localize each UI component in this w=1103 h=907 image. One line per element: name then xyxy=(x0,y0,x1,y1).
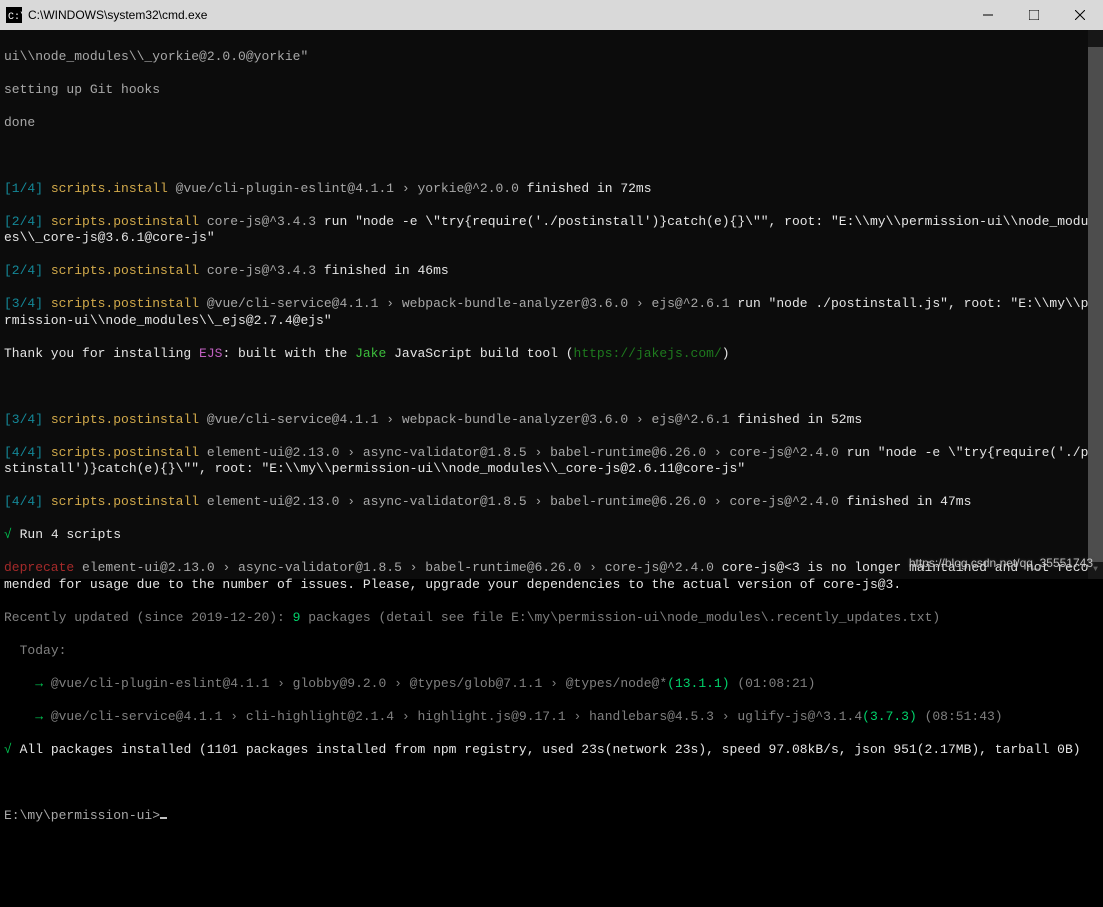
close-button[interactable] xyxy=(1057,0,1103,30)
output-line: → @vue/cli-service@4.1.1 › cli-highlight… xyxy=(4,709,1099,726)
output-line: → @vue/cli-plugin-eslint@4.1.1 › globby@… xyxy=(4,676,1099,693)
titlebar[interactable]: C:\ C:\WINDOWS\system32\cmd.exe xyxy=(0,0,1103,30)
output-line: [2/4] scripts.postinstall core-js@^3.4.3… xyxy=(4,214,1099,247)
output-line: [4/4] scripts.postinstall element-ui@2.1… xyxy=(4,494,1099,511)
cmd-icon: C:\ xyxy=(6,7,22,23)
terminal-output[interactable]: ui\\node_modules\\_yorkie@2.0.0@yorkie" … xyxy=(0,30,1103,579)
prompt-line: E:\my\permission-ui> xyxy=(4,808,1099,825)
output-line: [3/4] scripts.postinstall @vue/cli-servi… xyxy=(4,296,1099,329)
watermark: https://blog.csdn.net/qq_35551743 xyxy=(909,555,1093,572)
output-line: [4/4] scripts.postinstall element-ui@2.1… xyxy=(4,445,1099,478)
output-line: [2/4] scripts.postinstall core-js@^3.4.3… xyxy=(4,263,1099,280)
output-line: Recently updated (since 2019-12-20): 9 p… xyxy=(4,610,1099,627)
output-line: [3/4] scripts.postinstall @vue/cli-servi… xyxy=(4,412,1099,429)
maximize-button[interactable] xyxy=(1011,0,1057,30)
output-line: √ Run 4 scripts xyxy=(4,527,1099,544)
output-line: Thank you for installing EJS: built with… xyxy=(4,346,1099,363)
output-line: done xyxy=(4,115,1099,132)
minimize-button[interactable] xyxy=(965,0,1011,30)
output-line: √ All packages installed (1101 packages … xyxy=(4,742,1099,759)
scrollbar-thumb[interactable] xyxy=(1088,47,1103,562)
output-line: [1/4] scripts.install @vue/cli-plugin-es… xyxy=(4,181,1099,198)
output-line xyxy=(4,148,1099,165)
output-line xyxy=(4,775,1099,792)
cursor xyxy=(160,817,167,819)
svg-text:C:\: C:\ xyxy=(8,11,22,23)
output-line: ui\\node_modules\\_yorkie@2.0.0@yorkie" xyxy=(4,49,1099,66)
window-title: C:\WINDOWS\system32\cmd.exe xyxy=(28,8,207,22)
output-line: Today: xyxy=(4,643,1099,660)
output-line xyxy=(4,379,1099,396)
scrollbar[interactable]: ▲ ▼ xyxy=(1088,30,1103,579)
output-line: setting up Git hooks xyxy=(4,82,1099,99)
